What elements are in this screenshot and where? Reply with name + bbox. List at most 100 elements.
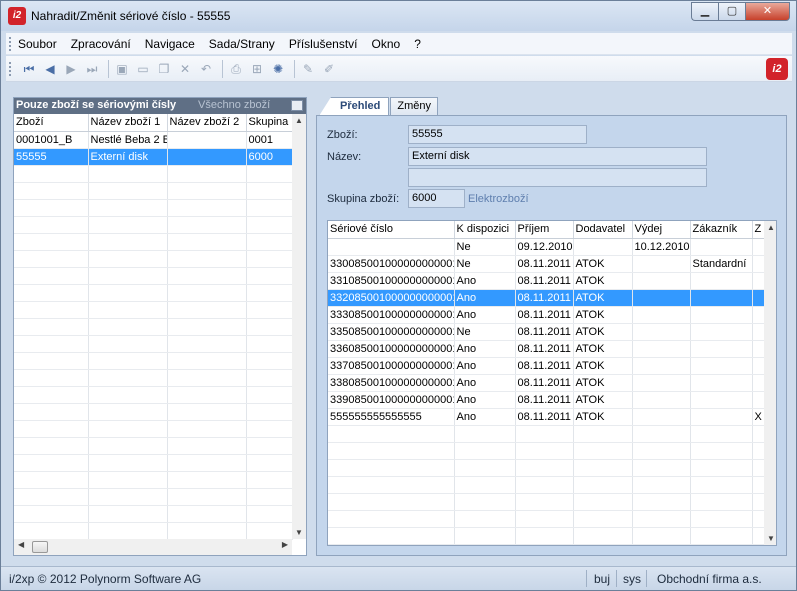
table-row[interactable] bbox=[328, 493, 765, 511]
table-row[interactable]: 330085001000000000001 Ne 08.11.2011 ATOK Sta… bbox=[328, 255, 765, 273]
tab-prehled[interactable]: Přehled bbox=[319, 97, 390, 116]
nazev-field[interactable]: Externí disk bbox=[408, 147, 707, 166]
title-bar[interactable]: i2 Nahradit/Změnit sériové číslo - 55555… bbox=[1, 1, 796, 31]
toolbar-grip-icon[interactable] bbox=[9, 62, 12, 76]
close-button[interactable]: ✕ bbox=[745, 2, 790, 21]
menu-grip-icon[interactable] bbox=[9, 37, 12, 51]
table-row[interactable]: 332085001000000000001 Ano 08.11.2011 ATOK bbox=[328, 289, 765, 307]
table-row[interactable] bbox=[14, 505, 293, 523]
table-row[interactable]: 0001001_B Nestlé Beba 2 B 0001 bbox=[14, 131, 293, 149]
col-serial-number[interactable]: Sériové číslo bbox=[328, 221, 455, 239]
col-received[interactable]: Příjem bbox=[515, 221, 574, 239]
table-row[interactable] bbox=[14, 420, 293, 438]
goods-horizontal-scrollbar[interactable]: ◀ ▶ bbox=[14, 539, 292, 555]
skupina-label: Skupina zboží: bbox=[327, 193, 400, 205]
nazev-field-2[interactable] bbox=[408, 168, 707, 187]
table-row[interactable] bbox=[14, 403, 293, 421]
table-row[interactable] bbox=[14, 386, 293, 404]
col-issued[interactable]: Výdej bbox=[632, 221, 691, 239]
table-row[interactable] bbox=[14, 301, 293, 319]
print-icon[interactable]: ⎙ bbox=[227, 60, 245, 78]
table-row[interactable] bbox=[14, 165, 293, 183]
table-row[interactable] bbox=[14, 267, 293, 285]
table-row[interactable] bbox=[14, 250, 293, 268]
table-row[interactable] bbox=[14, 369, 293, 387]
table-row[interactable]: 337085001000000000001 Ano 08.11.2011 ATOK bbox=[328, 357, 765, 375]
col-nazev2[interactable]: Název zboží 2 bbox=[167, 114, 247, 132]
first-record-icon[interactable]: ⏮ bbox=[20, 60, 38, 78]
skupina-field[interactable]: 6000 bbox=[408, 189, 465, 208]
table-row[interactable]: 333085001000000000001 Ano 08.11.2011 ATOK bbox=[328, 306, 765, 324]
table-row[interactable]: Ne 09.12.2010 10.12.2010 bbox=[328, 238, 765, 256]
table-row[interactable] bbox=[14, 454, 293, 472]
table-row[interactable] bbox=[14, 335, 293, 353]
menu-help[interactable]: ? bbox=[414, 37, 421, 51]
col-customer[interactable]: Zákazník bbox=[690, 221, 753, 239]
col-nazev1[interactable]: Název zboží 1 bbox=[88, 114, 168, 132]
table-row[interactable] bbox=[14, 522, 293, 540]
table-row[interactable] bbox=[14, 284, 293, 302]
table-row[interactable] bbox=[328, 510, 765, 528]
scroll-up-icon[interactable]: ▲ bbox=[764, 223, 776, 232]
table-row[interactable]: 336085001000000000001 Ano 08.11.2011 ATOK bbox=[328, 340, 765, 358]
table-row[interactable] bbox=[14, 182, 293, 200]
scroll-thumb[interactable] bbox=[32, 541, 48, 553]
table-row[interactable] bbox=[328, 476, 765, 494]
scroll-up-icon[interactable]: ▲ bbox=[292, 116, 306, 125]
col-supplier[interactable]: Dodavatel bbox=[573, 221, 633, 239]
table-row[interactable] bbox=[14, 352, 293, 370]
minimize-button[interactable]: ▁ bbox=[691, 2, 718, 21]
save-icon[interactable]: ▣ bbox=[113, 60, 131, 78]
col-skupina[interactable]: Skupina bbox=[246, 114, 293, 132]
col-available[interactable]: K dispozici bbox=[454, 221, 516, 239]
table-row[interactable] bbox=[14, 471, 293, 489]
edit-alt-icon[interactable]: ✐ bbox=[320, 60, 338, 78]
table-row[interactable] bbox=[328, 527, 765, 545]
maximize-button[interactable]: ▢ bbox=[718, 2, 745, 21]
menu-sada-strany[interactable]: Sada/Strany bbox=[209, 37, 275, 51]
col-z[interactable]: Z bbox=[752, 221, 765, 239]
scroll-down-icon[interactable]: ▼ bbox=[764, 534, 776, 543]
table-row[interactable]: 335085001000000000001 Ne 08.11.2011 ATOK bbox=[328, 323, 765, 341]
menu-prislusenstvi[interactable]: Příslušenství bbox=[289, 37, 358, 51]
serials-vertical-scrollbar[interactable]: ▲ ▼ bbox=[764, 221, 776, 545]
col-zbozi[interactable]: Zboží bbox=[14, 114, 89, 132]
table-row[interactable] bbox=[14, 199, 293, 217]
menu-navigace[interactable]: Navigace bbox=[145, 37, 195, 51]
delete-icon[interactable]: ✕ bbox=[176, 60, 194, 78]
goods-vertical-scrollbar[interactable]: ▲ ▼ bbox=[292, 114, 306, 539]
previous-record-icon[interactable]: ◀ bbox=[41, 60, 59, 78]
settings-icon[interactable]: ✺ bbox=[269, 60, 287, 78]
filter-serial-goods[interactable]: Pouze zboží se sériovými čísly bbox=[16, 99, 176, 111]
copy-icon[interactable]: ❐ bbox=[155, 60, 173, 78]
table-row[interactable]: 55555 Externí disk 6000 bbox=[14, 148, 293, 166]
tab-zmeny[interactable]: Změny bbox=[390, 97, 438, 116]
table-row[interactable] bbox=[14, 318, 293, 336]
table-row[interactable]: 339085001000000000001 Ano 08.11.2011 ATOK bbox=[328, 391, 765, 409]
scroll-down-icon[interactable]: ▼ bbox=[292, 528, 306, 537]
column-chooser-icon[interactable] bbox=[291, 100, 303, 111]
table-row[interactable]: 338085001000000000001 Ano 08.11.2011 ATOK bbox=[328, 374, 765, 392]
menu-zpracovani[interactable]: Zpracování bbox=[71, 37, 131, 51]
new-icon[interactable]: ▭ bbox=[134, 60, 152, 78]
scroll-left-icon[interactable]: ◀ bbox=[18, 540, 24, 549]
table-row[interactable] bbox=[14, 488, 293, 506]
last-record-icon[interactable]: ⏭ bbox=[83, 60, 101, 78]
edit-icon[interactable]: ✎ bbox=[299, 60, 317, 78]
table-row[interactable]: 331085001000000000001 Ano 08.11.2011 ATOK bbox=[328, 272, 765, 290]
menu-okno[interactable]: Okno bbox=[372, 37, 401, 51]
filter-all-goods[interactable]: Všechno zboží bbox=[198, 99, 270, 111]
tree-icon[interactable]: ⊞ bbox=[248, 60, 266, 78]
table-row[interactable] bbox=[14, 437, 293, 455]
table-row[interactable] bbox=[14, 216, 293, 234]
table-row[interactable] bbox=[14, 233, 293, 251]
undo-icon[interactable]: ↶ bbox=[197, 60, 215, 78]
table-row[interactable]: 555555555555555 Ano 08.11.2011 ATOK X bbox=[328, 408, 765, 426]
table-row[interactable] bbox=[328, 459, 765, 477]
table-row[interactable] bbox=[328, 425, 765, 443]
table-row[interactable] bbox=[328, 442, 765, 460]
next-record-icon[interactable]: ▶ bbox=[62, 60, 80, 78]
zbozi-field[interactable]: 55555 bbox=[408, 125, 587, 144]
menu-soubor[interactable]: Soubor bbox=[18, 37, 57, 51]
scroll-right-icon[interactable]: ▶ bbox=[282, 540, 288, 549]
